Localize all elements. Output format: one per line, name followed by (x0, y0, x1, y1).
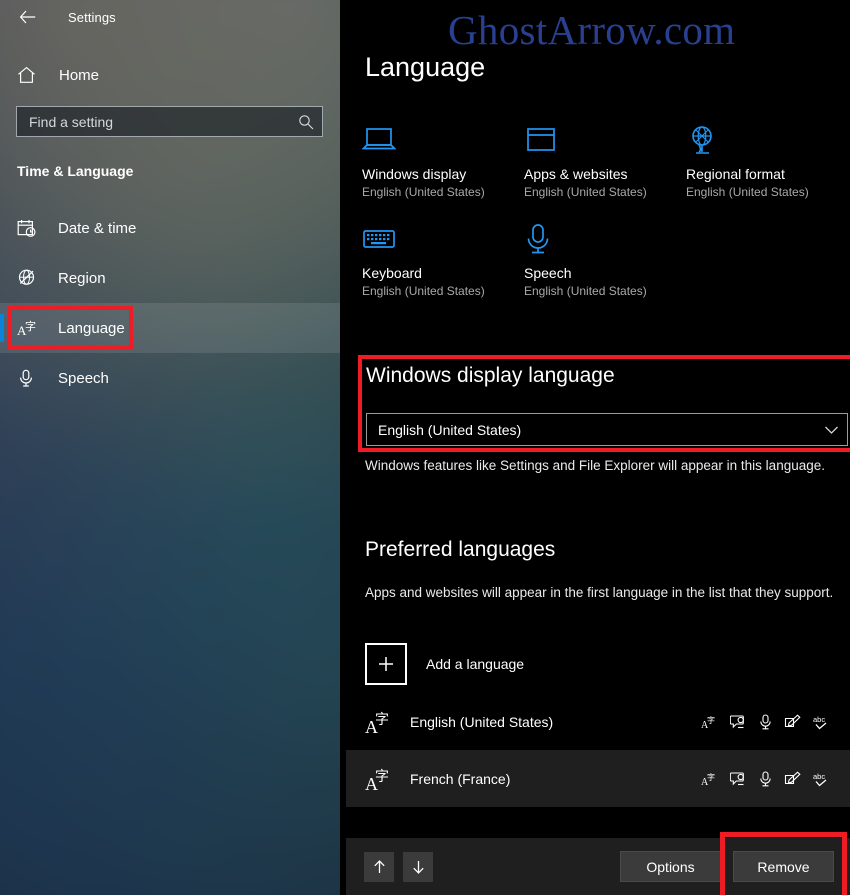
display-language-dropdown[interactable]: English (United States) (366, 413, 848, 446)
search-icon[interactable] (298, 114, 314, 130)
sidebar-item-label: Speech (58, 369, 109, 387)
sidebar-nav-list: Date & time Region A 字 Language Speech (0, 203, 340, 403)
settings-window: Settings Home Time & (0, 0, 850, 895)
svg-text:abc: abc (813, 772, 825, 781)
display-language-description: Windows features like Settings and File … (365, 458, 825, 473)
speech-icon[interactable] (759, 713, 772, 730)
language-icon: A 字 (364, 765, 400, 793)
tile-regional-format[interactable]: Regional format English (United States) (686, 118, 848, 199)
svg-text:字: 字 (707, 715, 715, 725)
list-item[interactable]: A 字 French (France) A 字 abc (346, 750, 850, 807)
keyboard-icon (362, 217, 524, 261)
spellcheck-icon[interactable]: abc (813, 771, 832, 787)
home-icon (17, 66, 43, 84)
add-language-label: Add a language (426, 656, 525, 672)
language-pack-icon[interactable]: A 字 (701, 771, 718, 787)
remove-button-wrapper: Remove (720, 832, 847, 895)
language-name: English (United States) (410, 713, 554, 730)
preferred-languages-heading: Preferred languages (365, 538, 556, 561)
handwriting-icon[interactable] (784, 770, 801, 787)
language-icon: A 字 (17, 318, 43, 338)
add-language-button[interactable]: Add a language (365, 643, 524, 685)
sidebar-item-label: Region (58, 269, 106, 287)
settings-sidebar: Settings Home Time & (0, 0, 340, 895)
tile-value: English (United States) (524, 185, 647, 199)
tile-windows-display[interactable]: Windows display English (United States) (362, 118, 524, 199)
list-item[interactable]: A 字 English (United States) A 字 abc (346, 693, 850, 750)
remove-button[interactable]: Remove (733, 851, 834, 882)
tile-value: English (United States) (524, 284, 647, 298)
back-button[interactable] (8, 2, 46, 32)
tile-title: Windows display (362, 166, 467, 182)
svg-text:字: 字 (375, 769, 389, 785)
move-down-button[interactable] (403, 851, 433, 882)
tile-keyboard[interactable]: Keyboard English (United States) (362, 217, 524, 298)
arrow-down-icon (412, 860, 424, 874)
display-language-heading: Windows display language (366, 364, 615, 387)
display-language-icon[interactable] (730, 771, 747, 787)
preferred-languages-description: Apps and websites will appear in the fir… (365, 585, 834, 600)
sidebar-item-speech[interactable]: Speech (0, 353, 340, 403)
sidebar-home-label: Home (59, 66, 100, 84)
svg-text:字: 字 (375, 712, 389, 728)
tile-title: Speech (524, 265, 572, 281)
svg-text:字: 字 (707, 772, 715, 782)
handwriting-icon[interactable] (784, 713, 801, 730)
language-feature-icons: A 字 abc (701, 770, 832, 787)
globe-region-icon (17, 269, 43, 288)
tile-title: Keyboard (362, 265, 422, 281)
language-summary-tiles: Windows display English (United States) … (362, 118, 850, 298)
language-icon: A 字 (364, 708, 400, 736)
main-content-pane: GhostArrow.com Language Windows display … (340, 0, 850, 895)
tile-apps-websites[interactable]: Apps & websites English (United States) (524, 118, 686, 199)
selection-accent-bar (0, 314, 4, 342)
tile-value: English (United States) (686, 185, 809, 199)
preferred-languages-list: A 字 English (United States) A 字 abc A 字 … (346, 693, 850, 807)
arrow-up-icon (373, 859, 385, 873)
language-action-bar: Options Remove (346, 832, 850, 895)
svg-text:abc: abc (813, 715, 825, 724)
microphone-icon (17, 369, 43, 388)
reorder-buttons (364, 851, 433, 882)
watermark: GhostArrow.com (448, 7, 736, 53)
spellcheck-icon[interactable]: abc (813, 714, 832, 730)
search-box[interactable] (16, 106, 323, 137)
sidebar-item-date-time[interactable]: Date & time (0, 203, 340, 253)
sidebar-category-title: Time & Language (17, 163, 134, 179)
tile-value: English (United States) (362, 185, 485, 199)
calendar-clock-icon (17, 219, 43, 238)
tile-title: Regional format (686, 166, 785, 182)
sidebar-item-label: Language (58, 319, 125, 337)
tile-speech[interactable]: Speech English (United States) (524, 217, 686, 298)
sidebar-item-label: Date & time (58, 219, 137, 237)
globe-stand-icon (686, 118, 848, 162)
svg-text:字: 字 (25, 319, 36, 333)
title-bar: Settings (0, 0, 340, 34)
laptop-icon (362, 118, 524, 162)
tile-value: English (United States) (362, 284, 485, 298)
language-name: French (France) (410, 770, 511, 787)
display-language-icon[interactable] (730, 714, 747, 730)
options-button[interactable]: Options (620, 851, 721, 882)
page-title: Language (365, 52, 486, 82)
window-icon (524, 118, 686, 162)
move-up-button[interactable] (364, 851, 394, 882)
sidebar-item-language[interactable]: A 字 Language (0, 303, 340, 353)
speech-icon[interactable] (759, 770, 772, 787)
language-pack-icon[interactable]: A 字 (701, 714, 718, 730)
back-arrow-icon (19, 10, 35, 24)
search-input[interactable] (29, 113, 298, 130)
plus-icon (365, 643, 407, 685)
sidebar-item-region[interactable]: Region (0, 253, 340, 303)
tile-title: Apps & websites (524, 166, 628, 182)
language-feature-icons: A 字 abc (701, 713, 832, 730)
window-title: Settings (68, 9, 116, 25)
microphone-icon (524, 217, 686, 261)
chevron-down-icon (824, 425, 839, 435)
display-language-value: English (United States) (378, 421, 522, 438)
sidebar-item-home[interactable]: Home (0, 56, 340, 94)
